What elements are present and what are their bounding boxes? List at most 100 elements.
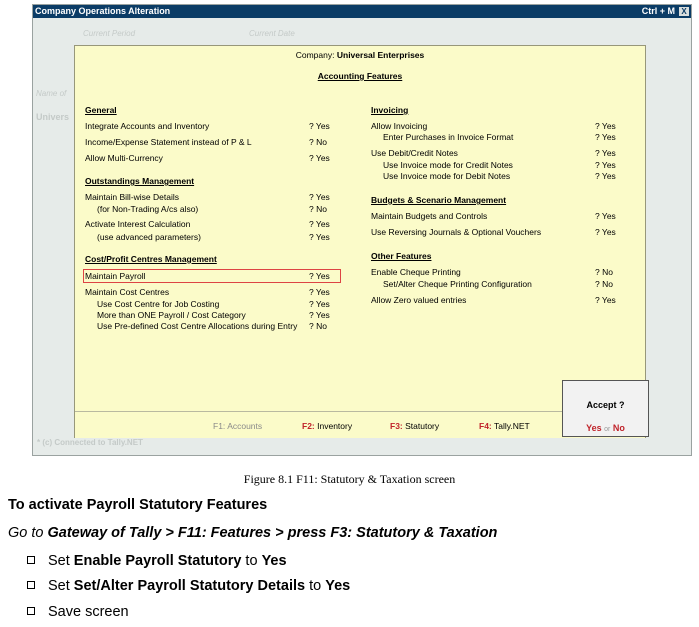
accept-question: Accept ? bbox=[586, 400, 625, 410]
fkey-accounts[interactable]: F1: Accounts bbox=[213, 421, 262, 431]
bullet-setting: Set/Alter Payroll Statutory Details bbox=[73, 578, 306, 594]
value-reversing-journals[interactable]: ? Yes bbox=[595, 227, 616, 237]
section-heading: To activate Payroll Statutory Features bbox=[8, 497, 268, 513]
fkey-statutory[interactable]: F3: Statutory bbox=[390, 421, 439, 431]
value-maintain-payroll[interactable]: ? Yes bbox=[309, 271, 330, 281]
option-purchases-invoice[interactable]: Enter Purchases in Invoice Format bbox=[383, 132, 513, 142]
section-outstandings: Outstandings Management bbox=[85, 176, 195, 186]
connected-status: * (c) Connected to Tally.NET bbox=[37, 438, 143, 447]
ghost-name-of: Name of bbox=[36, 89, 67, 98]
bullet-connector: to bbox=[241, 553, 262, 569]
company-line: Company: Universal Enterprises bbox=[75, 50, 645, 60]
option-predefined-allocations[interactable]: Use Pre-defined Cost Centre Allocations … bbox=[97, 321, 297, 331]
fkey-statutory-label: Statutory bbox=[405, 421, 440, 431]
bullet-setting: Enable Payroll Statutory bbox=[73, 553, 242, 569]
value-zero-valued-entries[interactable]: ? Yes bbox=[595, 295, 616, 305]
value-income-expense[interactable]: ? No bbox=[309, 137, 327, 147]
bullet-value: Yes bbox=[261, 553, 287, 569]
option-invoice-credit-notes[interactable]: Use Invoice mode for Credit Notes bbox=[383, 160, 513, 170]
option-maintain-payroll[interactable]: Maintain Payroll bbox=[85, 271, 145, 281]
option-payroll-cost-category[interactable]: More than ONE Payroll / Cost Category bbox=[97, 310, 246, 320]
fkey-tallynet[interactable]: F4: Tally.NET bbox=[479, 421, 530, 431]
option-non-trading[interactable]: (for Non-Trading A/cs also) bbox=[97, 204, 198, 214]
value-maintain-cost-centres[interactable]: ? Yes bbox=[309, 287, 330, 297]
value-maintain-budgets[interactable]: ? Yes bbox=[595, 211, 616, 221]
fkey-tallynet-label: Tally.NET bbox=[493, 421, 530, 431]
function-key-bar: F1: Accounts F2: Inventory F3: Statutory… bbox=[75, 411, 645, 438]
bullet-connector: to bbox=[305, 578, 326, 594]
ghost-current-date: Current Date bbox=[249, 29, 295, 38]
bullet-text: Save screen bbox=[48, 604, 129, 620]
bullet-text: Set bbox=[48, 553, 74, 569]
option-zero-valued-entries[interactable]: Allow Zero valued entries bbox=[371, 295, 466, 305]
checkbox-bullet-icon bbox=[27, 581, 35, 589]
value-purchases-invoice[interactable]: ? Yes bbox=[595, 132, 616, 142]
goto-instruction: Go to Gateway of Tally > F11: Features >… bbox=[8, 525, 497, 541]
option-cheque-config[interactable]: Set/Alter Cheque Printing Configuration bbox=[383, 279, 532, 289]
value-bill-wise[interactable]: ? Yes bbox=[309, 192, 330, 202]
checkbox-bullet-icon bbox=[27, 556, 35, 564]
company-name: Universal Enterprises bbox=[336, 50, 425, 60]
value-allow-invoicing[interactable]: ? Yes bbox=[595, 121, 616, 131]
tally-window: Company Operations Alteration Ctrl + M X… bbox=[32, 4, 692, 456]
value-integrate-accounts[interactable]: ? Yes bbox=[309, 121, 330, 131]
company-label: Company: bbox=[295, 50, 335, 60]
option-job-costing[interactable]: Use Cost Centre for Job Costing bbox=[97, 299, 219, 309]
goto-prefix: Go to bbox=[8, 525, 48, 541]
goto-path: Gateway of Tally > F11: Features > press… bbox=[47, 525, 498, 541]
option-maintain-cost-centres[interactable]: Maintain Cost Centres bbox=[85, 287, 169, 297]
value-invoice-debit-notes[interactable]: ? Yes bbox=[595, 171, 616, 181]
option-integrate-accounts[interactable]: Integrate Accounts and Inventory bbox=[85, 121, 209, 131]
option-interest-calculation[interactable]: Activate Interest Calculation bbox=[85, 219, 190, 229]
option-debit-credit-notes[interactable]: Use Debit/Credit Notes bbox=[371, 148, 458, 158]
section-invoicing: Invoicing bbox=[371, 105, 409, 115]
value-job-costing[interactable]: ? Yes bbox=[309, 299, 330, 309]
panel-title: Accounting Features bbox=[317, 71, 403, 81]
value-invoice-credit-notes[interactable]: ? Yes bbox=[595, 160, 616, 170]
fkey-statutory-key: F3: bbox=[390, 421, 403, 431]
section-other-features: Other Features bbox=[371, 251, 432, 261]
bullet-text: Set bbox=[48, 578, 74, 594]
shortcut-label: Ctrl + M bbox=[641, 6, 675, 16]
features-panel: Company: Universal Enterprises Accountin… bbox=[74, 45, 646, 438]
option-multi-currency[interactable]: Allow Multi-Currency bbox=[85, 153, 163, 163]
window-title: Company Operations Alteration bbox=[35, 6, 171, 16]
option-cheque-printing[interactable]: Enable Cheque Printing bbox=[371, 267, 461, 277]
value-cheque-printing[interactable]: ? No bbox=[595, 267, 613, 277]
bullet-item: Save screen bbox=[27, 604, 129, 620]
value-payroll-cost-category[interactable]: ? Yes bbox=[309, 310, 330, 320]
value-cheque-config[interactable]: ? No bbox=[595, 279, 613, 289]
fkey-accounts-key: F1: bbox=[213, 421, 226, 431]
option-income-expense[interactable]: Income/Expense Statement instead of P & … bbox=[85, 137, 252, 147]
value-multi-currency[interactable]: ? Yes bbox=[309, 153, 330, 163]
close-icon[interactable]: X bbox=[679, 7, 689, 16]
figure-caption: Figure 8.1 F11: Statutory & Taxation scr… bbox=[243, 472, 456, 486]
option-allow-invoicing[interactable]: Allow Invoicing bbox=[371, 121, 427, 131]
value-predefined-allocations[interactable]: ? No bbox=[309, 321, 327, 331]
ghost-company: Univers bbox=[36, 112, 70, 122]
fkey-inventory-label: Inventory bbox=[317, 421, 353, 431]
section-general: General bbox=[85, 105, 117, 115]
ghost-current-period: Current Period bbox=[83, 29, 136, 38]
option-reversing-journals[interactable]: Use Reversing Journals & Optional Vouche… bbox=[371, 227, 541, 237]
checkbox-bullet-icon bbox=[27, 607, 35, 615]
value-debit-credit-notes[interactable]: ? Yes bbox=[595, 148, 616, 158]
title-bar: Company Operations Alteration Ctrl + M X bbox=[33, 5, 691, 18]
bullet-item: Set Enable Payroll Statutory to Yes bbox=[27, 553, 287, 569]
value-non-trading[interactable]: ? No bbox=[309, 204, 327, 214]
option-advanced-parameters[interactable]: (use advanced parameters) bbox=[97, 232, 201, 242]
bullet-item: Set Set/Alter Payroll Statutory Details … bbox=[27, 578, 350, 594]
value-interest-calculation[interactable]: ? Yes bbox=[309, 219, 330, 229]
option-invoice-debit-notes[interactable]: Use Invoice mode for Debit Notes bbox=[383, 171, 510, 181]
fkey-inventory[interactable]: F2: Inventory bbox=[302, 421, 352, 431]
section-cost-centres: Cost/Profit Centres Management bbox=[85, 254, 217, 264]
accept-no-option[interactable]: No bbox=[613, 423, 625, 433]
fkey-tallynet-key: F4: bbox=[479, 421, 492, 431]
accept-yes-option[interactable]: Yes bbox=[586, 423, 602, 433]
option-maintain-budgets[interactable]: Maintain Budgets and Controls bbox=[371, 211, 487, 221]
accept-or-text: or bbox=[604, 426, 611, 433]
option-bill-wise[interactable]: Maintain Bill-wise Details bbox=[85, 192, 179, 202]
accept-options: Yes or No bbox=[563, 423, 648, 433]
value-advanced-parameters[interactable]: ? Yes bbox=[309, 232, 330, 242]
bullet-value: Yes bbox=[325, 578, 351, 594]
